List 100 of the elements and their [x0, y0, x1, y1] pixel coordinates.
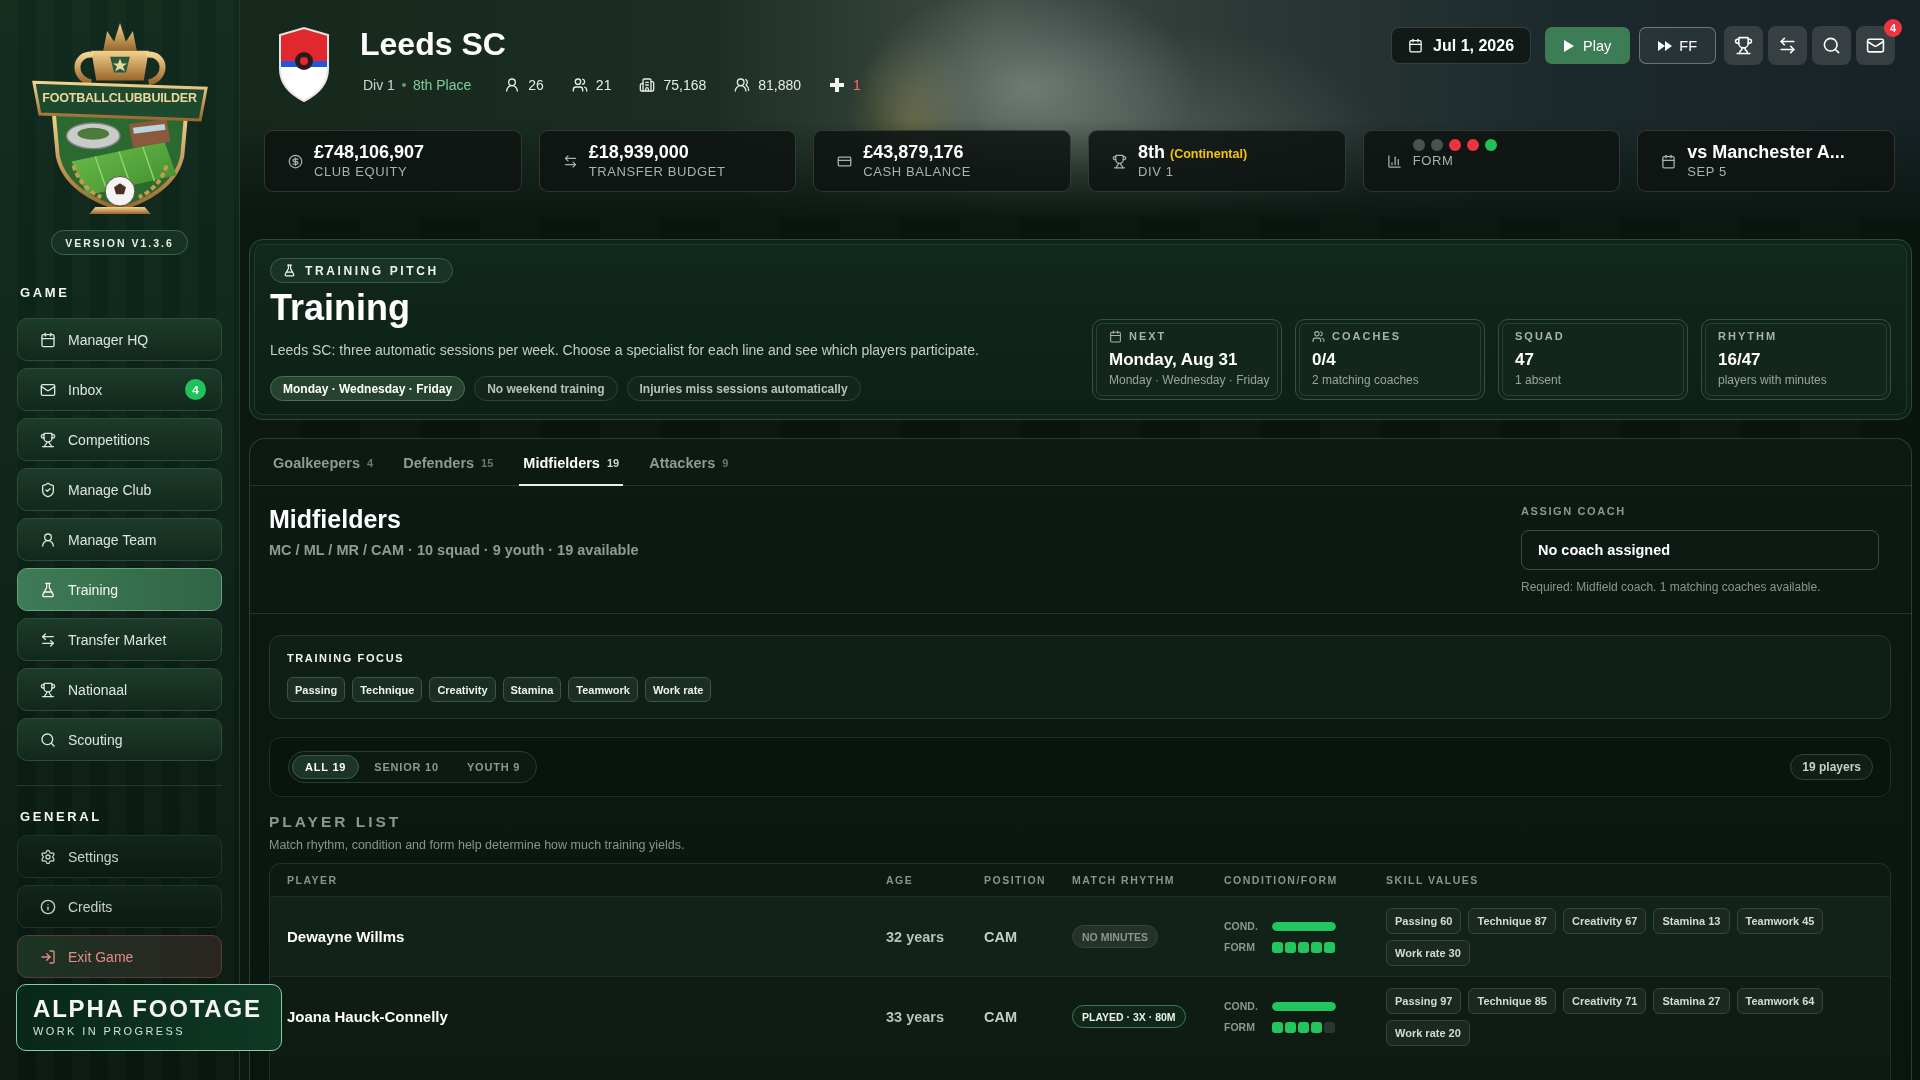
focus-chip: Work rate — [644, 677, 712, 702]
form-pip-icon — [1324, 1021, 1335, 1033]
fast-forward-button[interactable]: FF — [1639, 27, 1716, 64]
stat-note: (Continental) — [1170, 147, 1248, 161]
swap-arrows-icon — [1778, 36, 1797, 55]
play-button[interactable]: Play — [1545, 27, 1631, 64]
form-label: FORM — [1224, 941, 1255, 953]
info-subtext: players with minutes — [1718, 373, 1827, 388]
filter-segment[interactable]: SENIOR 10 — [361, 755, 452, 779]
form-pip-icon — [1298, 1021, 1309, 1033]
toolbar-button[interactable] — [1768, 26, 1807, 65]
club-stat: 1 — [853, 77, 861, 93]
nav-item[interactable]: Inbox 4 — [17, 368, 222, 411]
column-header: CONDITION/FORM — [1224, 874, 1338, 886]
player-age: 32 years — [886, 928, 945, 945]
nav-item[interactable]: Nationaal — [17, 668, 222, 711]
club-stat: 26 — [528, 77, 544, 93]
group-subtitle: MC / ML / MR / CAM · 10 squad · 9 youth · 19 available — [269, 542, 639, 559]
nav-item[interactable]: Manage Club — [17, 468, 222, 511]
position-tab[interactable]: Midfielders 19 — [519, 439, 624, 486]
filter-segment[interactable]: ALL 19 — [292, 755, 360, 779]
focus-chip: Teamwork — [568, 677, 638, 702]
schedule-chip: Monday · Wednesday · Friday — [270, 376, 466, 401]
person-icon — [40, 531, 56, 548]
position-tab[interactable]: Goalkeepers 4 — [269, 439, 378, 486]
club-name: Leeds SC — [360, 26, 507, 62]
date-button[interactable]: Jul 1, 2026 — [1391, 27, 1532, 64]
rhythm-tag: NO MINUTES — [1072, 925, 1158, 948]
condition-label: COND. — [1224, 1000, 1258, 1012]
skill-chip: Stamina 13 — [1653, 907, 1730, 934]
toolbar-button[interactable] — [1812, 26, 1851, 65]
list-subtitle: Match rhythm, condition and form help determine how much training yields. — [269, 838, 685, 853]
form-pip-icon — [1311, 1021, 1322, 1033]
coach-select[interactable]: No coach assigned — [1521, 530, 1879, 570]
plus-cross-icon — [829, 77, 846, 93]
search-icon — [1822, 36, 1841, 55]
stat-label: SEP 5 — [1687, 164, 1728, 180]
form-label: FORM — [1224, 1021, 1255, 1033]
skill-chip: Technique 87 — [1468, 907, 1556, 934]
bar-chart-icon — [1386, 153, 1402, 169]
trophy-icon — [40, 431, 56, 448]
condition-label: COND. — [1224, 920, 1258, 932]
nav-item[interactable]: Manager HQ — [17, 318, 222, 361]
notification-badge: 4 — [1884, 19, 1902, 37]
nav-item[interactable]: Credits — [17, 885, 222, 928]
person-icon — [504, 77, 521, 93]
nav-item[interactable]: Settings — [17, 835, 222, 878]
list-title: PLAYER LIST — [269, 813, 402, 831]
section-badge: TRAINING PITCH — [270, 258, 453, 283]
nav-item[interactable]: Transfer Market — [17, 618, 222, 661]
division-text: Div 1 — [363, 77, 395, 93]
stat-label: CLUB EQUITY — [314, 164, 409, 180]
mail-icon — [40, 381, 56, 398]
door-arrow-icon — [40, 948, 56, 965]
info-subtext: 1 absent — [1515, 373, 1562, 388]
position-tab[interactable]: Defenders 15 — [399, 439, 498, 486]
nav-item[interactable]: Competitions — [17, 418, 222, 461]
toolbar-button[interactable] — [1724, 26, 1763, 65]
column-header: SKILL VALUES — [1386, 874, 1479, 886]
info-label: NEXT — [1129, 330, 1167, 343]
filter-segment[interactable]: YOUTH 9 — [453, 755, 534, 779]
stat-value: vs Manchester A... — [1687, 142, 1845, 163]
club-stat: 75,168 — [663, 77, 707, 93]
stat-value: £18,939,000 — [588, 142, 689, 163]
skill-chip: Work rate 20 — [1386, 1019, 1470, 1046]
info-subtext: 2 matching coaches — [1312, 373, 1419, 388]
building-icon — [639, 77, 656, 93]
flask-icon — [40, 581, 56, 598]
page-description: Leeds SC: three automatic sessions per week. Choose a specialist for each line and see which players participate. — [270, 341, 979, 359]
page-title: Training — [270, 288, 410, 328]
skill-chip: Passing 60 — [1386, 907, 1462, 934]
focus-chip: Technique — [352, 677, 423, 702]
play-icon — [1564, 39, 1575, 52]
info-value: 47 — [1515, 350, 1534, 370]
stat-label: TRANSFER BUDGET — [588, 164, 726, 180]
nav-item[interactable]: Manage Team — [17, 518, 222, 561]
focus-chip: Stamina — [502, 677, 562, 702]
nav-item[interactable]: Exit Game — [17, 935, 222, 978]
logo-wordmark: FOOTBALLCLUBBUILDER — [42, 91, 197, 106]
stat-label: FORM — [1412, 153, 1455, 169]
skill-chip: Technique 85 — [1468, 987, 1556, 1014]
shield-check-icon — [40, 481, 56, 498]
skill-chip: Passing 97 — [1386, 987, 1462, 1014]
form-pip-icon — [1324, 941, 1335, 953]
focus-label: TRAINING FOCUS — [287, 652, 405, 664]
player-count: 19 players — [1790, 754, 1873, 780]
section-title: GAME — [19, 285, 71, 300]
skill-chip: Creativity 71 — [1562, 987, 1647, 1014]
nav-item[interactable]: Training — [17, 568, 222, 611]
nav-item[interactable]: Scouting — [17, 718, 222, 761]
toolbar-button[interactable] — [1856, 26, 1895, 65]
banner-subtitle: WORK IN PROGRESS — [33, 1025, 186, 1038]
info-subtext: Monday · Wednesday · Friday — [1109, 373, 1270, 388]
info-value: 16/47 — [1718, 350, 1761, 370]
form-pip-icon — [1272, 941, 1283, 953]
separator-dot-icon — [401, 83, 406, 87]
column-header: AGE — [886, 874, 914, 886]
position-tab[interactable]: Attackers 9 — [645, 439, 733, 486]
swap-arrows-icon — [40, 631, 56, 648]
player-position: CAM — [984, 1008, 1018, 1025]
